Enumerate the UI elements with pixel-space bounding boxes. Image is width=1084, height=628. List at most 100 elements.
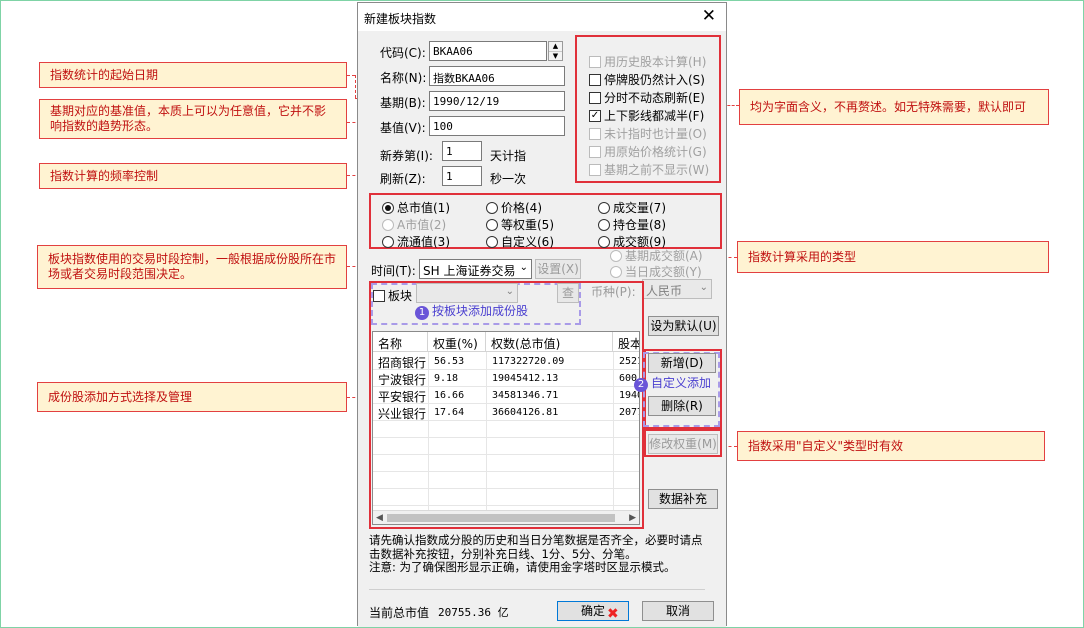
modify-weight-button[interactable]: 修改权重(M) (648, 434, 718, 454)
radio-icon (610, 249, 622, 262)
time-label: 时间(T): (371, 264, 416, 278)
radio-label: 基期成交额(A) (625, 249, 703, 263)
radio-label: 持仓量(8) (613, 218, 666, 232)
radio-a-cap[interactable]: A市值(2) (382, 216, 446, 233)
cell-weight: 17.64 (434, 407, 465, 418)
radio-label: 自定义(6) (501, 235, 554, 249)
option-hide-before-base[interactable]: 基期之前不显示(W) (589, 161, 709, 178)
annotation-calc-type: 指数计算采用的类型 (737, 241, 1049, 273)
scrollbar-thumb[interactable] (387, 514, 615, 522)
close-icon[interactable]: ✕ (702, 6, 716, 26)
annotation-custom-weight: 指数采用"自定义"类型时有效 (737, 431, 1045, 461)
checkbox-icon (589, 127, 601, 140)
table-row[interactable]: 平安银行 16.66 34581346.71 1940 (373, 387, 639, 404)
option-label: 用原始价格统计(G) (604, 145, 707, 159)
option-history-capital[interactable]: 用历史股本计算(H) (589, 53, 706, 70)
option-halted-included[interactable]: 停牌股仍然计入(S) (589, 71, 705, 88)
new-stock-input[interactable]: 1 (442, 141, 482, 161)
name-label: 名称(N): (380, 71, 427, 85)
dialog-titlebar: 新建板块指数 ✕ (358, 3, 726, 31)
chevron-left-icon[interactable]: ◀ (376, 511, 383, 524)
total-cap-value: 20755.36 亿 (438, 606, 509, 619)
option-halve-shadows[interactable]: ✓ 上下影线都减半(F) (589, 107, 704, 124)
radio-icon (382, 235, 394, 248)
code-spinner[interactable]: ▲ ▼ (548, 41, 563, 61)
code-input[interactable]: BKAA06 (429, 41, 547, 61)
radio-total-cap[interactable]: 总市值(1) (382, 199, 450, 216)
column-header-name[interactable]: 名称 (373, 332, 428, 352)
radio-volume[interactable]: 成交量(7) (598, 199, 666, 216)
cell-name: 招商银行 (378, 356, 427, 370)
dialog-body: 代码(C): BKAA06 ▲ ▼ 名称(N): 指数BKAA06 基期(B): … (358, 31, 726, 627)
sector-checkbox[interactable]: 板块 (373, 287, 412, 304)
column-header-shares-weight[interactable]: 权数(总市值) (486, 332, 613, 352)
base-value-input[interactable]: 100 (429, 116, 565, 136)
radio-icon (382, 218, 394, 231)
set-time-button[interactable]: 设置(X) (535, 259, 581, 279)
column-header-weight[interactable]: 权重(%) (428, 332, 486, 352)
cell-weight: 56.53 (434, 356, 465, 367)
chevron-right-icon[interactable]: ▶ (629, 511, 636, 524)
base-date-input[interactable]: 1990/12/19 (429, 91, 565, 111)
code-label: 代码(C): (380, 46, 426, 60)
time-select-value: SH 上海证券交易 (423, 264, 516, 278)
radio-custom[interactable]: 自定义(6) (486, 233, 554, 250)
checkmark-icon: ✓ (589, 109, 601, 122)
set-default-button[interactable]: 设为默认(U) (648, 316, 719, 336)
column-header-capital[interactable]: 股本 (613, 332, 639, 352)
sector-select[interactable]: ⌄ (416, 283, 518, 303)
radio-selected-icon (382, 201, 394, 214)
constituents-table[interactable]: 名称 权重(%) 权数(总市值) 股本 招商银行 56.53 117322720… (372, 331, 640, 525)
delete-button[interactable]: 删除(R) (648, 396, 716, 416)
radio-icon (486, 201, 498, 214)
table-row[interactable]: 宁波银行 9.18 19045412.13 600( (373, 370, 639, 387)
search-button[interactable]: 查 (557, 283, 579, 303)
radio-icon (486, 218, 498, 231)
option-count-volume[interactable]: 未计指时也计量(O) (589, 125, 707, 142)
time-select[interactable]: SH 上海证券交易 ⌄ (419, 259, 532, 279)
name-input[interactable]: 指数BKAA06 (429, 66, 565, 86)
radio-icon (610, 265, 622, 278)
table-row (373, 489, 639, 506)
spin-up-icon[interactable]: ▲ (549, 42, 562, 51)
option-label: 分时不动态刷新(E) (604, 91, 705, 105)
radio-equal-weight[interactable]: 等权重(5) (486, 216, 554, 233)
radio-label: 等权重(5) (501, 218, 554, 232)
option-no-dynamic-refresh[interactable]: 分时不动态刷新(E) (589, 89, 705, 106)
checkbox-icon (589, 163, 601, 176)
table-row (373, 421, 639, 438)
checkbox-icon (589, 91, 601, 104)
new-stock-unit: 天计指 (490, 149, 527, 163)
option-original-price[interactable]: 用原始价格统计(G) (589, 143, 707, 160)
add-button[interactable]: 新增(D) (648, 353, 716, 373)
cell-weight: 9.18 (434, 373, 459, 384)
horizontal-scrollbar[interactable]: ◀ ▶ (373, 510, 639, 524)
cancel-button[interactable]: 取消 (642, 601, 714, 621)
radio-open-interest[interactable]: 持仓量(8) (598, 216, 666, 233)
radio-float-cap[interactable]: 流通值(3) (382, 233, 450, 250)
radio-label: 当日成交额(Y) (625, 265, 702, 279)
option-label: 上下影线都减半(F) (604, 109, 705, 123)
data-fill-button[interactable]: 数据补充 (648, 489, 718, 509)
connector (347, 75, 355, 76)
radio-label: 流通值(3) (397, 235, 450, 249)
refresh-label: 刷新(Z): (380, 172, 426, 186)
currency-select[interactable]: 人民币 ⌄ (642, 279, 712, 299)
hint-add-by-sector-text: 按板块添加成份股 (432, 304, 529, 318)
option-label: 停牌股仍然计入(S) (604, 73, 705, 87)
radio-day-turnover[interactable]: 当日成交额(Y) (610, 263, 702, 280)
refresh-input[interactable]: 1 (442, 166, 482, 186)
cell-shares-weight: 34581346.71 (492, 390, 559, 401)
refresh-unit: 秒一次 (490, 172, 527, 186)
radio-price[interactable]: 价格(4) (486, 199, 542, 216)
radio-base-turnover[interactable]: 基期成交额(A) (610, 247, 703, 264)
option-label: 未计指时也计量(O) (604, 127, 707, 141)
table-row[interactable]: 兴业银行 17.64 36604126.81 2077 (373, 404, 639, 421)
note-line-3: 注意: 为了确保图形显示正确，请使用金字塔时区显示模式。 (369, 560, 676, 574)
total-cap-label: 当前总市值 (369, 606, 430, 620)
option-label: 用历史股本计算(H) (604, 55, 707, 69)
annotation-base-value: 基期对应的基准值，本质上可以为任意值，它并不影响指数的趋势形态。 (39, 99, 347, 139)
table-row[interactable]: 招商银行 56.53 117322720.09 2521 (373, 353, 639, 370)
spin-down-icon[interactable]: ▼ (549, 51, 562, 60)
cell-name: 平安银行 (378, 390, 427, 404)
